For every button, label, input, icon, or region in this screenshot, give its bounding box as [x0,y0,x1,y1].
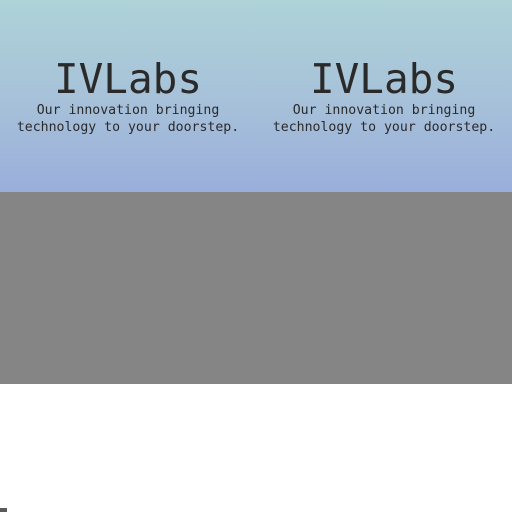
brand-block-left: IVLabs Our innovation bringing technolog… [0,0,256,192]
blank-area [0,384,512,512]
hero-banner: IVLabs Our innovation bringing technolog… [0,0,512,192]
brand-block-right: IVLabs Our innovation bringing technolog… [256,0,512,192]
page: IVLabs Our innovation bringing technolog… [0,0,512,512]
brand-title: IVLabs [53,55,203,103]
content-placeholder-panel [0,192,512,384]
corner-mark [0,508,7,512]
brand-tagline: Our innovation bringing technology to yo… [272,103,496,135]
brand-title: IVLabs [309,55,459,103]
brand-tagline: Our innovation bringing technology to yo… [16,103,240,135]
